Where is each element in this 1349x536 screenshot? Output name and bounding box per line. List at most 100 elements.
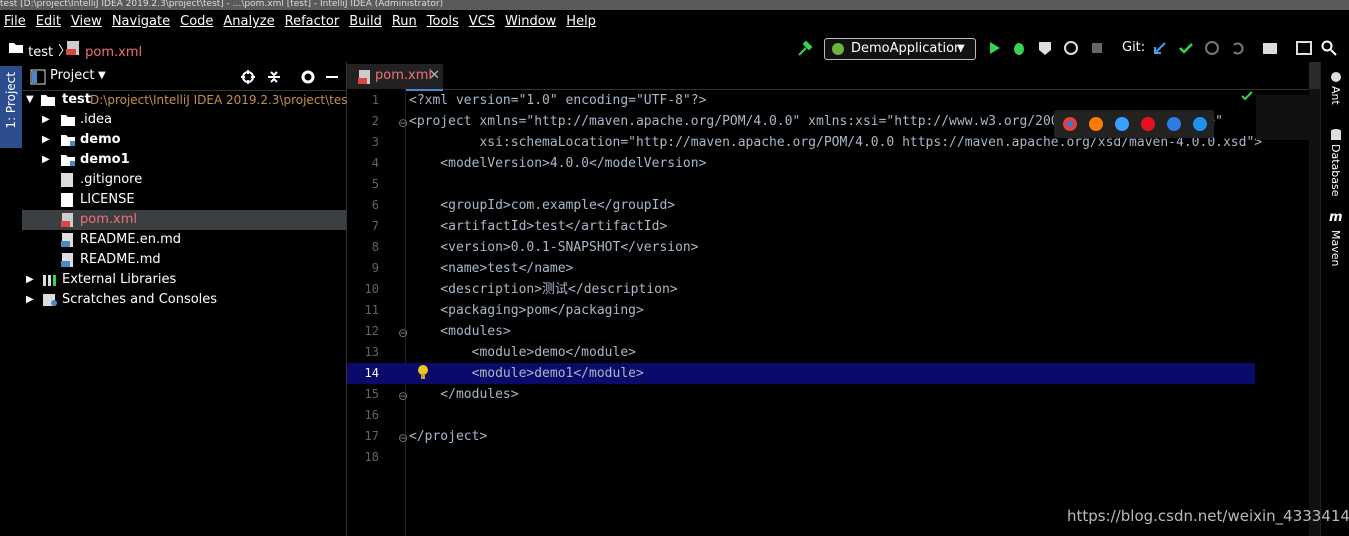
code-line: <modelVersion>4.0.0</modelVersion> [409, 156, 707, 171]
git-commit-icon[interactable] [1178, 40, 1194, 56]
fold-icon[interactable]: ⊖ [398, 326, 408, 340]
chevron-right-icon[interactable]: ▶ [26, 270, 34, 290]
tool-maven[interactable]: m Maven [1321, 210, 1349, 270]
menu-navigate[interactable]: Navigate [112, 14, 170, 29]
tree-item-license[interactable]: LICENSE [22, 190, 346, 210]
line-number: 5 [371, 177, 379, 191]
history-icon[interactable] [1204, 40, 1220, 56]
profile-icon[interactable] [1063, 40, 1079, 56]
code-line: </modules> [409, 387, 519, 402]
code-line: </project> [409, 429, 488, 444]
module-folder-icon [61, 135, 75, 146]
menu-view[interactable]: View [71, 14, 102, 29]
close-icon[interactable]: ✕ [429, 64, 440, 88]
run-icon[interactable] [986, 40, 1002, 56]
editor-scrollbar[interactable] [1309, 89, 1320, 536]
project-panel-header: Project ▼ [22, 64, 346, 91]
menu-help[interactable]: Help [566, 14, 596, 29]
menu-build[interactable]: Build [349, 14, 382, 29]
code-line: <packaging>pom</packaging> [409, 303, 644, 318]
fold-icon[interactable]: ⊖ [398, 431, 408, 445]
menu-edit[interactable]: Edit [36, 14, 61, 29]
right-tool-strip: Ant Database m Maven [1320, 62, 1349, 536]
tree-item-scratches[interactable]: ▶ Scratches and Consoles [22, 290, 346, 310]
tree-item-demo1[interactable]: ▶ demo1 [22, 150, 346, 170]
tree-item-label: pom.xml [80, 212, 137, 227]
tab-project[interactable]: 1: Project [0, 66, 22, 148]
line-number: 14 [364, 366, 379, 380]
code-line: <name>test</name> [409, 261, 574, 276]
tool-maven-label: Maven [1329, 230, 1342, 267]
chevron-down-icon[interactable]: ▼ [98, 70, 106, 81]
xml-file-icon [61, 213, 73, 227]
chevron-right-icon[interactable]: ▶ [42, 150, 50, 170]
menu-tools[interactable]: Tools [427, 14, 459, 29]
menu-window[interactable]: Window [505, 14, 556, 29]
line-number: 18 [364, 450, 379, 464]
menu-code[interactable]: Code [180, 14, 213, 29]
opera-icon[interactable] [1140, 116, 1156, 132]
tree-root-label: test [62, 92, 91, 107]
menu-file[interactable]: File [4, 14, 26, 29]
tool-database[interactable]: Database [1321, 126, 1349, 206]
tree-item-demo[interactable]: ▶ demo [22, 130, 346, 150]
tree-item-readme-en[interactable]: README.en.md [22, 230, 346, 250]
tree-item-label: .idea [80, 112, 112, 127]
edge-icon[interactable] [1192, 116, 1208, 132]
safari-icon[interactable] [1114, 116, 1130, 132]
hide-icon[interactable] [324, 69, 340, 85]
chevron-right-icon[interactable]: ▶ [42, 110, 50, 130]
stop-icon[interactable] [1090, 41, 1104, 55]
tool-database-label: Database [1329, 144, 1342, 197]
ie-icon[interactable] [1166, 116, 1182, 132]
git-update-icon[interactable] [1152, 40, 1168, 56]
build-hammer-icon[interactable] [796, 40, 814, 58]
window-icon[interactable] [1296, 40, 1312, 56]
line-number: 17 [364, 429, 379, 443]
window-title: test [D:\project\IntelliJ IDEA 2019.2.3\… [0, 0, 1349, 10]
debug-icon[interactable] [1011, 40, 1027, 56]
breadcrumb-project[interactable]: test [8, 40, 53, 60]
breadcrumb-file-label: pom.xml [85, 45, 143, 60]
gear-icon[interactable] [300, 69, 316, 85]
line-number: 6 [371, 198, 379, 212]
locate-icon[interactable] [240, 69, 256, 85]
spring-icon [832, 43, 844, 55]
fold-icon[interactable]: ⊖ [398, 116, 408, 130]
menu-refactor[interactable]: Refactor [285, 14, 340, 29]
markdown-file-icon [61, 233, 73, 247]
tree-item-readme[interactable]: README.md [22, 250, 346, 270]
tool-ant[interactable]: Ant [1321, 68, 1349, 118]
tree-item-gitignore[interactable]: .gitignore [22, 170, 346, 190]
tree-item-label: LICENSE [80, 192, 135, 207]
chevron-right-icon[interactable]: ▶ [42, 130, 50, 150]
tree-item-idea[interactable]: ▶ .idea [22, 110, 346, 130]
chevron-right-icon[interactable]: ▶ [26, 290, 34, 310]
code-line: <module>demo1</module> [409, 366, 644, 381]
menu-analyze[interactable]: Analyze [223, 14, 274, 29]
tree-item-pom[interactable]: pom.xml [22, 210, 346, 230]
rollback-icon[interactable] [1230, 40, 1246, 56]
project-panel-title[interactable]: Project [50, 68, 94, 83]
tab-pom-xml[interactable]: pom.xml ✕ [347, 64, 443, 91]
chevron-down-icon[interactable]: ▼ [26, 90, 34, 110]
fold-icon[interactable]: ⊖ [398, 389, 408, 403]
line-number: 7 [371, 219, 379, 233]
search-icon[interactable] [1321, 40, 1337, 56]
breadcrumb-file[interactable]: pom.xml [65, 40, 142, 60]
run-configuration-select[interactable]: DemoApplication ▼ [824, 38, 976, 60]
chrome-icon[interactable] [1062, 116, 1078, 132]
xml-file-icon [358, 70, 370, 84]
menu-run[interactable]: Run [392, 14, 417, 29]
coverage-icon[interactable] [1037, 40, 1053, 56]
firefox-icon[interactable] [1088, 116, 1104, 132]
menu-vcs[interactable]: VCS [469, 14, 495, 29]
tree-item-external-libraries[interactable]: ▶ External Libraries [22, 270, 346, 290]
collapse-all-icon[interactable] [266, 69, 282, 85]
tree-root[interactable]: ▼ test D:\project\IntelliJ IDEA 2019.2.3… [22, 90, 352, 110]
line-number: 8 [371, 240, 379, 254]
line-number: 9 [371, 261, 379, 275]
text-file-icon [61, 193, 73, 207]
tree-item-label: .gitignore [80, 172, 143, 187]
project-structure-icon[interactable] [1262, 40, 1278, 56]
